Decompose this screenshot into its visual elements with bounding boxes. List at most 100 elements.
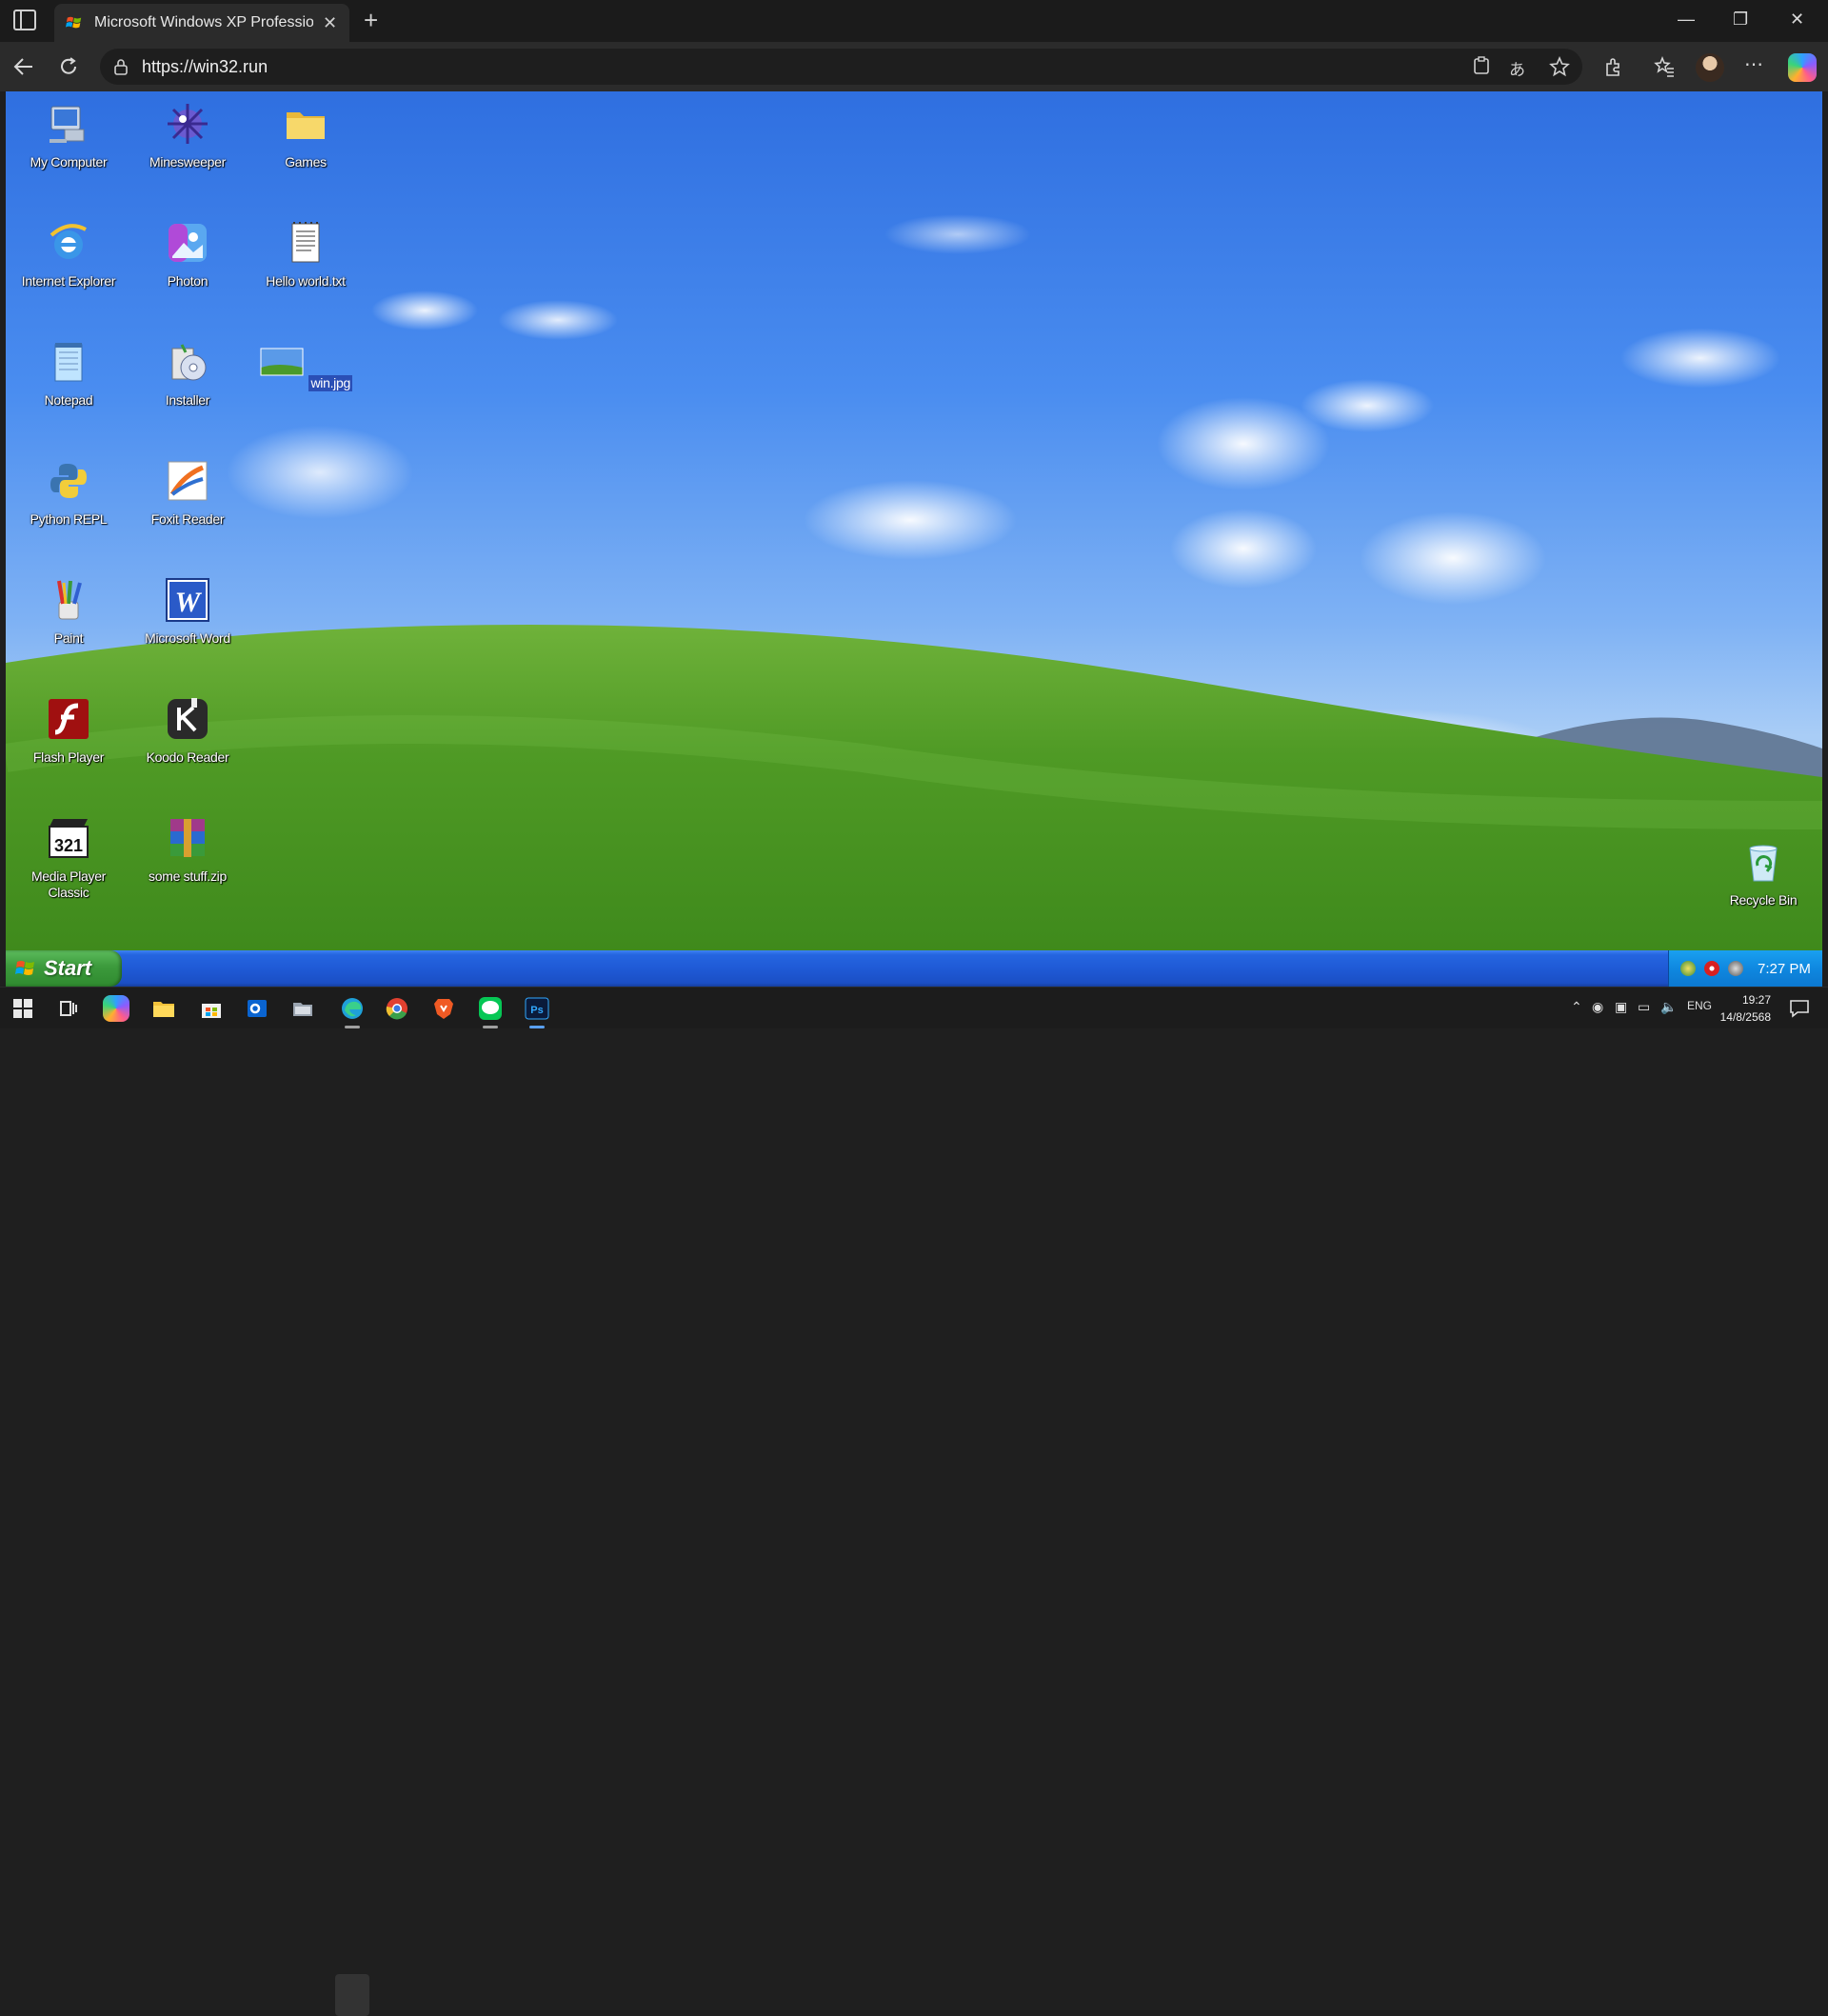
zip-file-icon: [170, 819, 205, 857]
brave-icon[interactable]: [430, 995, 457, 1022]
desktop-icon-games[interactable]: Games: [253, 101, 358, 170]
desktop-icon-foxit-reader[interactable]: Foxit Reader: [135, 458, 240, 528]
extensions-icon[interactable]: [1603, 56, 1624, 77]
desktop-icon-my-computer[interactable]: My Computer: [16, 101, 121, 170]
desktop-icon-paint[interactable]: Paint: [16, 577, 121, 647]
icon-label: Minesweeper: [149, 154, 226, 170]
flash-player-icon: [49, 699, 89, 739]
browser-toolbar: https://win32.run あ ⋯: [0, 42, 1828, 91]
line-icon[interactable]: [477, 995, 504, 1022]
clock-date: 14/8/2568: [1719, 1010, 1771, 1024]
start-button[interactable]: Start: [6, 950, 122, 987]
profile-avatar[interactable]: [1696, 53, 1724, 82]
desktop-icon-python-repl[interactable]: Python REPL: [16, 458, 121, 528]
close-window-button[interactable]: ✕: [1790, 10, 1804, 30]
icon-label: Internet Explorer: [21, 273, 116, 289]
desktop-icon-minesweeper[interactable]: Minesweeper: [135, 101, 240, 170]
network-icon[interactable]: ▭: [1638, 999, 1650, 1015]
folder-icon: [287, 112, 325, 139]
recording-icon[interactable]: ◉: [1592, 999, 1603, 1015]
media-player-icon: 321: [49, 819, 89, 858]
windows-flag-icon: [15, 961, 34, 975]
xp-desktop[interactable]: My Computer Internet Explorer Notepad Py…: [6, 91, 1822, 950]
copilot-icon[interactable]: [1788, 53, 1817, 82]
desktop-icon-koodo-reader[interactable]: Koodo Reader: [135, 696, 240, 766]
reading-view-icon[interactable]: [1473, 56, 1490, 75]
icon-label: Installer: [165, 392, 210, 408]
url-text[interactable]: https://win32.run: [142, 57, 268, 77]
refresh-icon[interactable]: [58, 56, 79, 77]
show-hidden-icons-chevron-icon[interactable]: ⌃: [1571, 999, 1582, 1015]
icon-label: Koodo Reader: [146, 749, 229, 765]
windows-taskbar: Ps ⌃ ◉ ▣ ▭ 🔈 ENG 19:27 14/8/2568: [0, 987, 1828, 2016]
browser-tab-bar: Microsoft Windows XP Profession ✕ + — ❐ …: [0, 0, 1828, 42]
desktop-icon-flash-player[interactable]: Flash Player: [16, 696, 121, 766]
svg-text:W: W: [175, 587, 203, 618]
icon-label: My Computer: [30, 154, 108, 170]
icon-label: some stuff.zip: [149, 868, 227, 884]
back-arrow-icon[interactable]: [13, 56, 34, 77]
chrome-icon[interactable]: [384, 995, 410, 1022]
minimize-button[interactable]: —: [1678, 10, 1695, 30]
windows-clock[interactable]: 19:27 14/8/2568: [1714, 991, 1771, 1026]
network-tray-icon[interactable]: [1680, 961, 1696, 976]
desktop-icon-recycle-bin[interactable]: Recycle Bin: [1711, 839, 1816, 908]
icon-label: Notepad: [44, 392, 93, 408]
text-file-icon: [291, 222, 320, 263]
notifications-icon[interactable]: [1788, 997, 1811, 1020]
edge-active-highlight: [335, 1974, 369, 2016]
file-explorer-icon[interactable]: [150, 995, 177, 1022]
more-options-icon[interactable]: ⋯: [1744, 54, 1763, 75]
desktop-icon-some-stuff-zip[interactable]: some stuff.zip: [135, 815, 240, 885]
camera-icon[interactable]: ▣: [1615, 999, 1627, 1015]
desktop-icon-internet-explorer[interactable]: Internet Explorer: [16, 220, 121, 289]
browser-tab[interactable]: Microsoft Windows XP Profession ✕: [54, 4, 349, 42]
lock-icon[interactable]: [113, 58, 129, 75]
desktop-icon-hello-world-txt[interactable]: Hello world.txt: [253, 220, 358, 289]
start-label: Start: [44, 956, 92, 980]
recycle-bin-icon: [1749, 845, 1778, 882]
word-icon: W: [166, 578, 209, 622]
icon-label: Games: [285, 154, 327, 170]
speaker-icon[interactable]: 🔈: [1660, 999, 1677, 1015]
language-indicator[interactable]: ENG: [1687, 999, 1712, 1012]
icon-label: Microsoft Word: [145, 630, 230, 646]
icon-label: Hello world.txt: [266, 273, 346, 289]
windows-xp-favicon-icon: [66, 16, 82, 29]
security-alert-icon[interactable]: [1704, 961, 1719, 976]
minesweeper-icon: [168, 104, 208, 144]
file-manager-icon[interactable]: [289, 995, 316, 1022]
clock-time: 19:27: [1741, 993, 1771, 1007]
favorites-icon[interactable]: [1654, 56, 1675, 77]
internet-explorer-icon: [50, 224, 87, 259]
tab-close-icon[interactable]: ✕: [323, 13, 337, 33]
volume-tray-icon[interactable]: [1728, 961, 1743, 976]
copilot-taskbar-icon[interactable]: [103, 995, 129, 1022]
desktop-icon-win-jpg[interactable]: win.jpg: [253, 339, 358, 392]
address-bar[interactable]: https://win32.run あ: [100, 49, 1582, 85]
desktop-icon-installer[interactable]: Installer: [135, 339, 240, 409]
desktop-icon-microsoft-word[interactable]: W Microsoft Word: [135, 577, 240, 647]
windows-start-icon[interactable]: [10, 995, 36, 1022]
restore-button[interactable]: ❐: [1733, 10, 1748, 30]
icon-label: Media Player Classic: [30, 868, 107, 900]
task-view-icon[interactable]: [55, 995, 82, 1022]
my-computer-icon: [50, 106, 85, 143]
foxit-reader-icon: [168, 461, 208, 501]
desktop-icon-photon[interactable]: Photon: [135, 220, 240, 289]
xp-clock[interactable]: 7:27 PM: [1758, 961, 1811, 977]
new-tab-button[interactable]: +: [364, 8, 378, 32]
edge-icon[interactable]: [339, 995, 366, 1022]
icon-label: Flash Player: [32, 749, 105, 765]
microsoft-store-icon[interactable]: [198, 995, 225, 1022]
favorite-star-icon[interactable]: [1549, 56, 1570, 77]
outlook-icon[interactable]: [244, 995, 270, 1022]
translate-icon[interactable]: あ: [1509, 56, 1525, 80]
koodo-reader-icon: [168, 698, 208, 739]
sidebar-toggle-icon[interactable]: [13, 10, 36, 30]
icon-label: Python REPL: [30, 511, 108, 527]
photoshop-icon[interactable]: Ps: [524, 995, 550, 1022]
image-file-icon: [260, 348, 304, 376]
desktop-icon-notepad[interactable]: Notepad: [16, 339, 121, 409]
desktop-icon-media-player-classic[interactable]: 321 Media Player Classic: [16, 815, 121, 901]
